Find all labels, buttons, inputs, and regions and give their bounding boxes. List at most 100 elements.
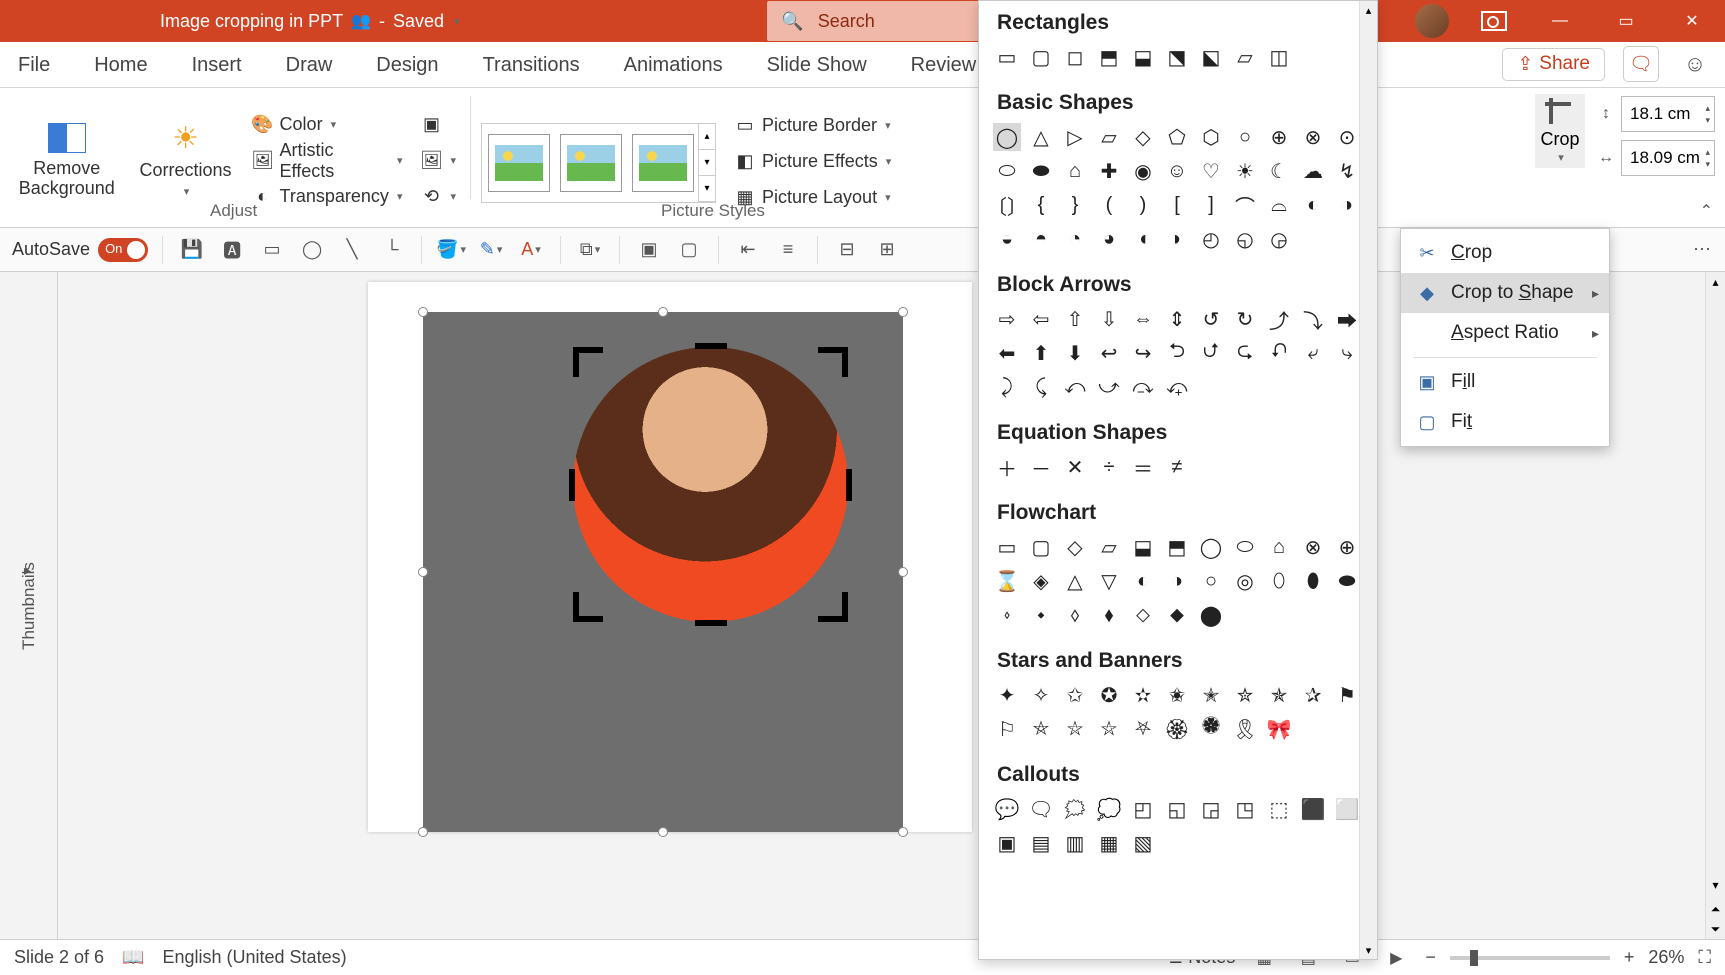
- shape-option[interactable]: ✬: [1163, 681, 1191, 709]
- shape-option[interactable]: ⬅: [993, 339, 1021, 367]
- crop-handle[interactable]: [573, 592, 603, 622]
- shape-option[interactable]: ◫: [1265, 43, 1293, 71]
- picture-border-button[interactable]: ▭Picture Border▾: [730, 109, 895, 143]
- shape-option[interactable]: ↯: [1333, 157, 1361, 185]
- shape-option[interactable]: 🎗: [1231, 715, 1259, 743]
- shape-option[interactable]: 🎀: [1265, 715, 1293, 743]
- shape-option[interactable]: ◶: [1265, 225, 1293, 253]
- crop-handle[interactable]: [573, 347, 603, 377]
- shape-option[interactable]: ⊙: [1333, 123, 1361, 151]
- shape-option[interactable]: {: [1027, 191, 1055, 219]
- shape-option[interactable]: ◇: [1061, 533, 1089, 561]
- shape-option[interactable]: 🗨: [1027, 795, 1055, 823]
- shape-option[interactable]: ✕: [1061, 453, 1089, 481]
- shape-option[interactable]: ⬬: [1027, 157, 1055, 185]
- shape-option[interactable]: ⮏: [1265, 339, 1293, 367]
- user-avatar[interactable]: [1415, 4, 1449, 38]
- shape-option[interactable]: ⤶: [1299, 339, 1327, 367]
- shape-option[interactable]: ⛧: [1129, 715, 1157, 743]
- qat-rectangle-icon[interactable]: ▭: [257, 235, 287, 265]
- shape-option[interactable]: ⮕: [1333, 305, 1361, 333]
- shape-option[interactable]: ◎: [1231, 567, 1259, 595]
- shape-option[interactable]: ◑: [1163, 567, 1191, 595]
- qat-distribute-icon[interactable]: ⊞: [872, 235, 902, 265]
- shape-option[interactable]: ○: [1231, 123, 1259, 151]
- title-dd-icon[interactable]: ▾: [454, 15, 460, 28]
- tab-insert[interactable]: Insert: [186, 44, 248, 87]
- shape-option[interactable]: ⇕: [1163, 305, 1191, 333]
- crop-handle[interactable]: [818, 347, 848, 377]
- shape-option[interactable]: (: [1095, 191, 1123, 219]
- shape-option[interactable]: ⮌: [1163, 339, 1191, 367]
- fit-to-window-icon[interactable]: ⛶: [1698, 947, 1711, 968]
- crop-handle[interactable]: [695, 343, 727, 349]
- shape-option[interactable]: ⬮: [1299, 567, 1327, 595]
- shape-option[interactable]: ↺: [1197, 305, 1225, 333]
- shape-option[interactable]: ⊕: [1333, 533, 1361, 561]
- qat-fill-icon[interactable]: 🪣▾: [436, 235, 466, 265]
- tab-animations[interactable]: Animations: [618, 44, 729, 87]
- shape-option[interactable]: ▦: [1095, 829, 1123, 857]
- shape-option[interactable]: ◱: [1163, 795, 1191, 823]
- crop-menu-fill[interactable]: ▣ Fill: [1401, 362, 1609, 402]
- shape-option[interactable]: ◐: [1299, 191, 1327, 219]
- shape-option[interactable]: ▱: [1231, 43, 1259, 71]
- height-input[interactable]: 18.1 cm ▴▾: [1621, 96, 1715, 132]
- shape-option[interactable]: ◴: [1197, 225, 1225, 253]
- shape-option[interactable]: ▥: [1061, 829, 1089, 857]
- shape-option[interactable]: ⊗: [1299, 533, 1327, 561]
- shape-option[interactable]: ⬛: [1299, 795, 1327, 823]
- shape-option[interactable]: ▢: [1027, 533, 1055, 561]
- shape-option[interactable]: ▣: [993, 829, 1021, 857]
- shape-option[interactable]: ◇: [1129, 123, 1157, 151]
- qat-line-icon[interactable]: ╲: [337, 235, 367, 265]
- shape-option[interactable]: 💭: [1095, 795, 1123, 823]
- height-spinner[interactable]: ▴▾: [1705, 103, 1710, 126]
- resize-handle[interactable]: [418, 567, 428, 577]
- shape-option[interactable]: ⌂: [1061, 157, 1089, 185]
- crop-handle[interactable]: [569, 469, 575, 501]
- shape-option[interactable]: ⌓: [1265, 191, 1293, 219]
- shape-option[interactable]: －: [1027, 453, 1055, 481]
- shape-option[interactable]: ✩: [1061, 681, 1089, 709]
- maximize-icon[interactable]: ▭: [1599, 0, 1653, 42]
- width-input[interactable]: 18.09 cm ▴▾: [1621, 140, 1715, 176]
- picture-styles-gallery[interactable]: ▴▾▾: [481, 123, 716, 203]
- shape-option[interactable]: ⬧: [1095, 601, 1123, 629]
- resize-handle[interactable]: [898, 307, 908, 317]
- shape-option[interactable]: ⤸: [993, 373, 1021, 401]
- shape-option[interactable]: ⤽: [1163, 373, 1191, 401]
- shape-option[interactable]: ⬕: [1197, 43, 1225, 71]
- artistic-effects-button[interactable]: 🖼Artistic Effects▾: [248, 144, 407, 178]
- close-icon[interactable]: ✕: [1665, 0, 1719, 42]
- shape-option[interactable]: ⤺: [1061, 373, 1089, 401]
- shape-option[interactable]: ⬆: [1027, 339, 1055, 367]
- shape-option[interactable]: ◻: [1061, 43, 1089, 71]
- qat-sendback-icon[interactable]: ▢: [674, 235, 704, 265]
- shape-option[interactable]: ◑: [1333, 191, 1361, 219]
- shape-option[interactable]: ⌂: [1265, 533, 1293, 561]
- shape-option[interactable]: ⬫: [993, 601, 1021, 629]
- zoom-out-icon[interactable]: −: [1425, 947, 1436, 968]
- crop-handle[interactable]: [695, 620, 727, 626]
- tab-home[interactable]: Home: [88, 44, 153, 87]
- shape-option[interactable]: ✭: [1197, 681, 1225, 709]
- zoom-level[interactable]: 26%: [1648, 947, 1684, 968]
- crop-menu-fit[interactable]: ▢ Fit: [1401, 402, 1609, 442]
- crop-frame[interactable]: [573, 347, 848, 622]
- color-button[interactable]: 🎨Color▾: [248, 108, 407, 142]
- scroll-down-icon[interactable]: ▾: [1706, 875, 1725, 895]
- resize-handle[interactable]: [418, 827, 428, 837]
- tab-design[interactable]: Design: [370, 44, 444, 87]
- shape-option[interactable]: }: [1061, 191, 1089, 219]
- shape-option[interactable]: ⤼: [1129, 373, 1157, 401]
- shape-option[interactable]: ◐: [1129, 567, 1157, 595]
- shape-option[interactable]: ⬬: [1333, 567, 1361, 595]
- style-thumb[interactable]: [632, 134, 694, 192]
- shape-option[interactable]: ⬇: [1061, 339, 1089, 367]
- thumbnail-strip[interactable]: ▸ Thumbnails: [0, 272, 58, 939]
- resize-handle[interactable]: [898, 567, 908, 577]
- shape-option[interactable]: ✫: [1129, 681, 1157, 709]
- shape-option[interactable]: ☾: [1265, 157, 1293, 185]
- shape-option[interactable]: ⌒: [1231, 191, 1259, 219]
